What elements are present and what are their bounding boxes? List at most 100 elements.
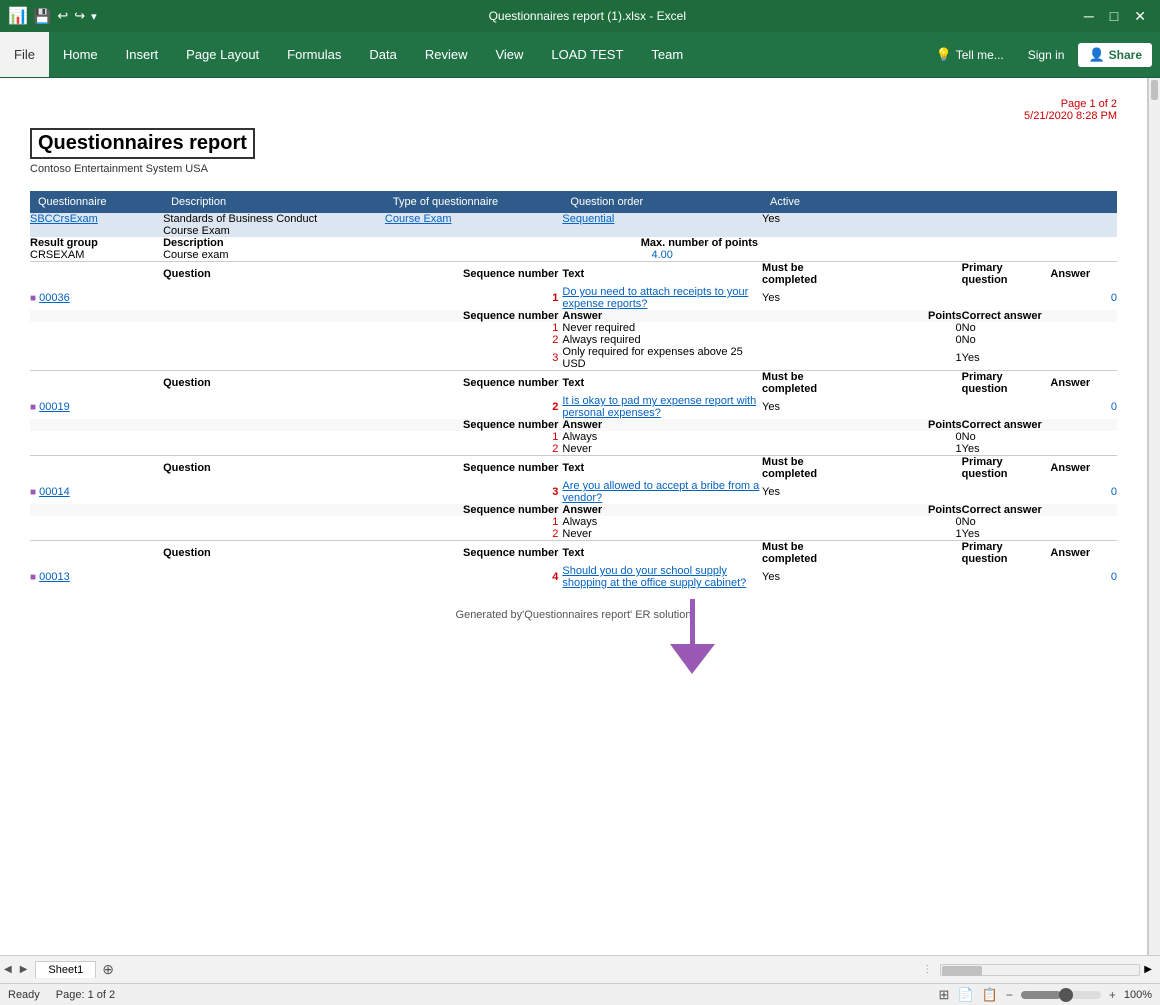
q2-ans-2: 2 Never 1 Yes <box>30 443 1117 456</box>
q1-must-label: Must be completed <box>762 262 851 287</box>
sheet1-tab[interactable]: Sheet1 <box>35 961 96 978</box>
q1-seq-label: Sequence number <box>385 262 562 287</box>
q3-text: Are you allowed to accept a bribe from a… <box>562 480 762 504</box>
generated-text: Generated by'Questionnaires report' ER s… <box>456 609 692 621</box>
redo-icon[interactable]: ↪ <box>74 8 85 24</box>
q2-text-label: Text <box>562 371 762 396</box>
q1-seq: 1 <box>385 286 562 310</box>
status-right: ⊞ 📄 📋 − + 100% <box>939 987 1152 1003</box>
q4-header-row: Question Sequence number Text Must be co… <box>30 541 1117 566</box>
q4-checkbox: ■ <box>30 572 36 583</box>
close-btn[interactable]: ✕ <box>1128 8 1152 25</box>
tab-home[interactable]: Home <box>49 32 112 77</box>
tab-formulas[interactable]: Formulas <box>273 32 355 77</box>
normal-view-btn[interactable]: ⊞ <box>939 987 950 1003</box>
tab-data[interactable]: Data <box>355 32 410 77</box>
q1-ans-3: 3 Only required for expenses above 25 US… <box>30 346 1117 371</box>
status-left: Ready Page: 1 of 2 <box>8 989 115 1001</box>
page-layout-view-btn[interactable]: 📄 <box>957 987 973 1003</box>
tab-insert[interactable]: Insert <box>112 32 173 77</box>
q1-checkbox: ■ <box>30 293 36 304</box>
q2-id[interactable]: 00019 <box>39 401 70 413</box>
restore-btn[interactable]: □ <box>1104 8 1124 24</box>
scroll-right-arrow[interactable]: ▶ <box>1140 964 1156 975</box>
rec-type: Course Exam <box>385 213 562 225</box>
q1-answer-label: Answer <box>1050 262 1117 287</box>
rec-description2: Course Exam <box>163 225 385 237</box>
tab-review[interactable]: Review <box>411 32 482 77</box>
share-btn[interactable]: 👤 Share <box>1078 43 1152 67</box>
q1-ans-2: 2 Always required 0 No <box>30 334 1117 346</box>
zoom-in-btn[interactable]: + <box>1109 988 1116 1002</box>
bottom-right-area: ⋮ ▶ <box>120 964 1160 976</box>
page-break-view-btn[interactable]: 📋 <box>982 987 998 1003</box>
col-description: Description <box>163 191 385 213</box>
q3-must: Yes <box>762 480 851 504</box>
ribbon: File Home Insert Page Layout Formulas Da… <box>0 32 1160 78</box>
order-link[interactable]: Sequential <box>562 213 614 225</box>
tab-load-test[interactable]: LOAD TEST <box>537 32 637 77</box>
sheet-area[interactable]: Page 1 of 2 5/21/2020 8:28 PM Questionna… <box>0 78 1148 955</box>
q4-data-row: ■ 00013 4 Should you do your school supp… <box>30 565 1117 589</box>
ans-correct-label: Correct answer <box>962 310 1051 322</box>
tab-file[interactable]: File <box>0 32 49 77</box>
col-type: Type of questionnaire <box>385 191 562 213</box>
q3-ans-1: 1 Always 0 No <box>30 516 1117 528</box>
excel-icon: 📊 <box>8 6 28 26</box>
q2-primary-label: Primary question <box>962 371 1051 396</box>
prev-sheet-arrow[interactable]: ◀ <box>0 964 16 975</box>
questionnaire-link[interactable]: SBCCrsExam <box>30 213 98 225</box>
result-group-row: Result group Description Max. number of … <box>30 237 1117 249</box>
q1-id[interactable]: 00036 <box>39 292 70 304</box>
next-sheet-arrow[interactable]: ▶ <box>16 964 32 975</box>
q3-data-row: ■ 00014 3 Are you allowed to accept a br… <box>30 480 1117 504</box>
q3-ans-header: Sequence number Answer Points Correct an… <box>30 504 1117 516</box>
q2-ans-header: Sequence number Answer Points Correct an… <box>30 419 1117 431</box>
undo-icon[interactable]: ↩ <box>57 8 68 24</box>
ready-label: Ready <box>8 989 40 1001</box>
sign-in-btn[interactable]: Sign in <box>1018 44 1075 66</box>
tab-view[interactable]: View <box>481 32 537 77</box>
type-link[interactable]: Course Exam <box>385 213 452 225</box>
add-sheet-btn[interactable]: ⊕ <box>96 959 120 980</box>
zoom-slider[interactable] <box>1021 991 1101 999</box>
q2-header-row: Question Sequence number Text Must be co… <box>30 371 1117 396</box>
vertical-scrollbar[interactable] <box>1148 78 1160 955</box>
q2-must-label: Must be completed <box>762 371 851 396</box>
ans-seq-label: Sequence number <box>385 310 562 322</box>
save-icon[interactable]: 💾 <box>34 8 51 25</box>
q1-data-row: ■ 00036 1 Do you need to attach receipts… <box>30 286 1117 310</box>
sheet-tab-bar: ◀ ▶ Sheet1 ⊕ ⋮ ▶ <box>0 955 1160 983</box>
q4-id[interactable]: 00013 <box>39 571 70 583</box>
horizontal-scrollbar[interactable] <box>940 964 1140 976</box>
q3-seq: 3 <box>385 480 562 504</box>
max-points-label: Max. number of points <box>562 237 762 249</box>
window-controls: ─ □ ✕ <box>1078 8 1152 25</box>
q1-primary-label: Primary question <box>962 262 1051 287</box>
zoom-level: 100% <box>1124 989 1152 1001</box>
minimize-btn[interactable]: ─ <box>1078 8 1100 24</box>
result-group-data-row: CRSEXAM Course exam 4.00 <box>30 249 1117 262</box>
q2-checkbox: ■ <box>30 402 36 413</box>
tab-page-layout[interactable]: Page Layout <box>172 32 273 77</box>
q4-must: Yes <box>762 565 851 589</box>
q1-text: Do you need to attach receipts to your e… <box>562 286 762 310</box>
col-extra <box>851 191 962 213</box>
tab-team[interactable]: Team <box>637 32 697 77</box>
q2-must: Yes <box>762 395 851 419</box>
q4-seq: 4 <box>385 565 562 589</box>
tell-me-btn[interactable]: 💡 Tell me... <box>926 43 1014 67</box>
result-desc-label: Description <box>163 237 385 249</box>
content-area: Page 1 of 2 5/21/2020 8:28 PM Questionna… <box>0 78 1147 641</box>
result-group-label: Result group <box>30 237 163 249</box>
page-info: Page 1 of 2 5/21/2020 8:28 PM <box>30 98 1117 122</box>
q2-data-row: ■ 00019 2 It is okay to pad my expense r… <box>30 395 1117 419</box>
q3-checkbox: ■ <box>30 487 36 498</box>
separator-dots: ⋮ <box>922 964 940 975</box>
purple-arrow-icon <box>660 599 730 679</box>
q3-id[interactable]: 00014 <box>39 486 70 498</box>
q2-question-label: Question <box>163 371 385 396</box>
title-text: Questionnaires report (1).xlsx - Excel <box>489 9 686 23</box>
zoom-out-btn[interactable]: − <box>1006 988 1013 1002</box>
max-points-val: 4.00 <box>562 249 762 262</box>
